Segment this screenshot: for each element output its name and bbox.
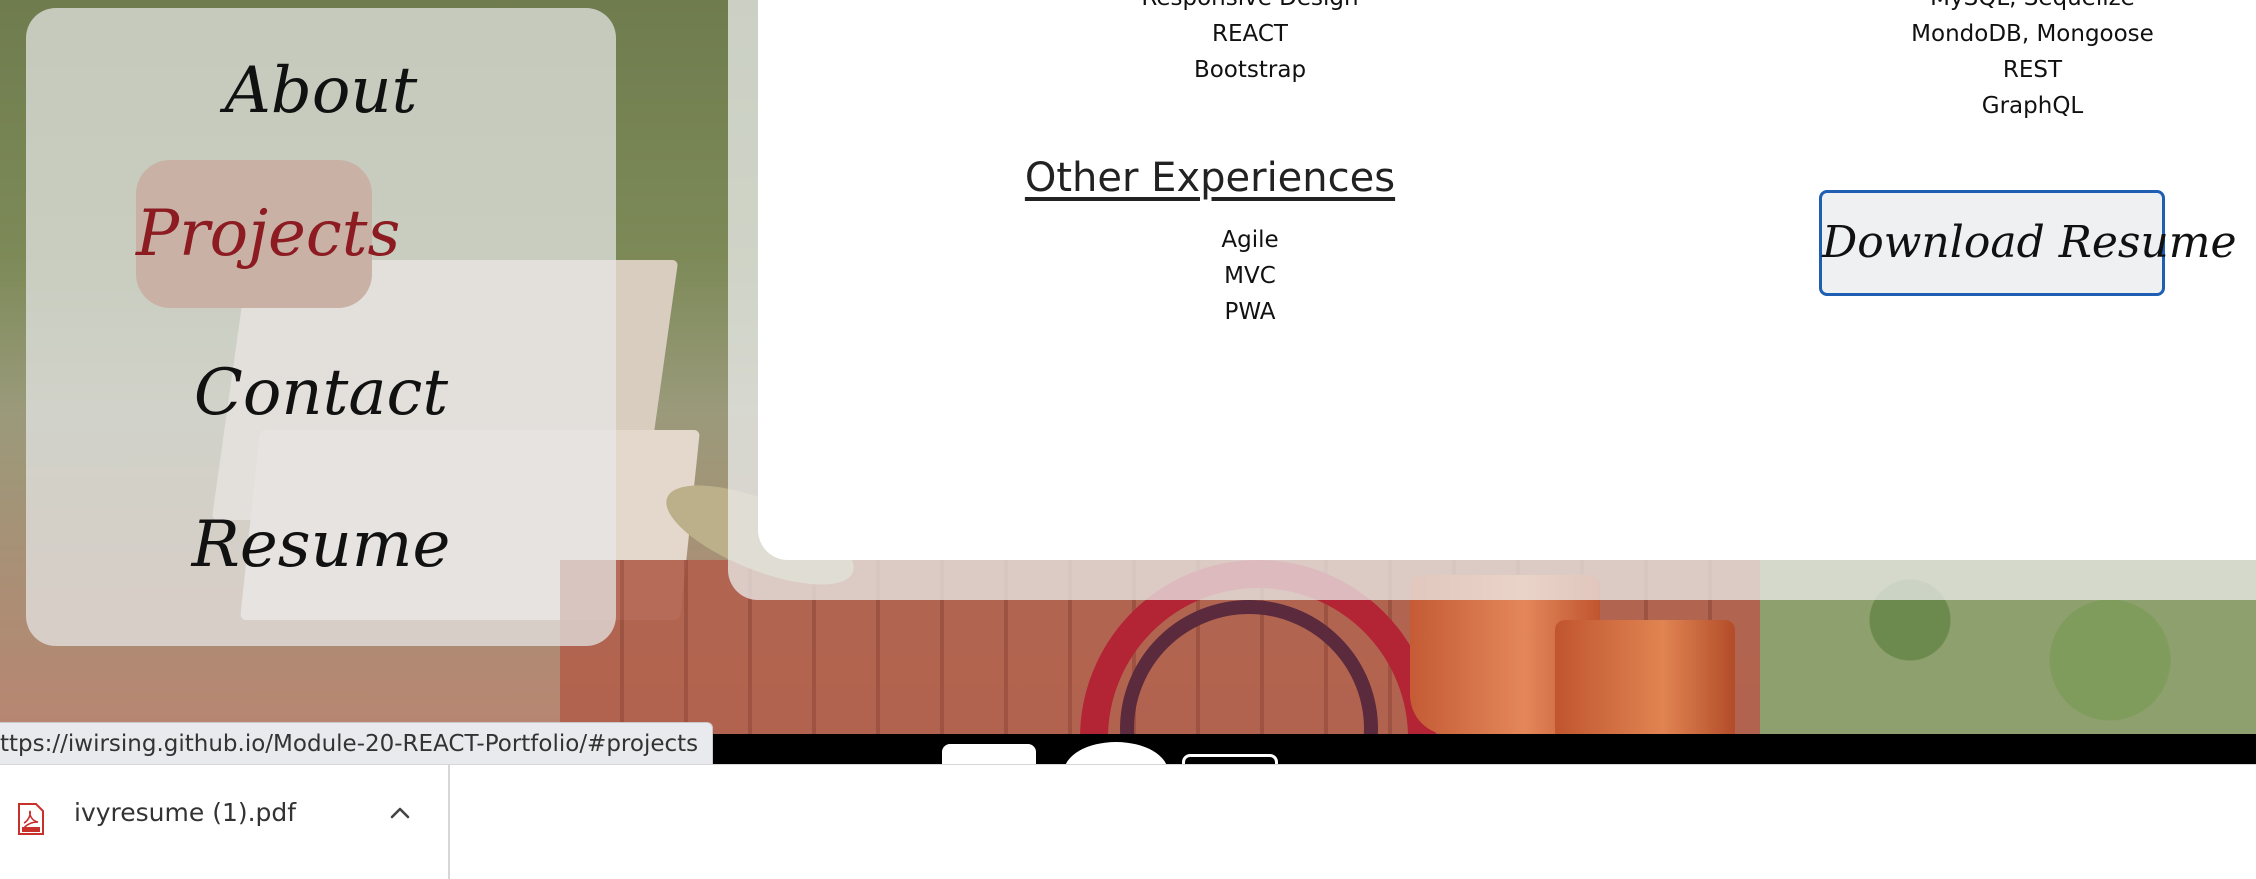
skill-item: REST (2002, 57, 2063, 83)
pdf-file-icon (18, 803, 44, 835)
skills-list-right: MySQL, Sequelize MondoDB, Mongoose REST … (1870, 0, 2195, 124)
skill-item: MondoDB, Mongoose (1911, 21, 2154, 47)
experience-item: PWA (1224, 299, 1276, 325)
skill-item: GraphQL (1981, 93, 2084, 119)
other-experiences-list: Agile MVC PWA (1100, 222, 1400, 330)
nav-item-projects[interactable]: Projects (136, 160, 400, 308)
chevron-up-icon[interactable] (388, 801, 412, 825)
download-shelf: ivyresume (1).pdf (0, 764, 2256, 879)
status-bar-url: ttps://iwirsing.github.io/Module-20-REAC… (0, 722, 714, 766)
download-item[interactable]: ivyresume (1).pdf (0, 765, 450, 879)
nav-item-resume[interactable]: Resume (26, 490, 616, 600)
other-experiences-heading: Other Experiences (1024, 155, 1396, 201)
nav-item-about[interactable]: About (26, 36, 616, 146)
skill-item: Responsive Design (1100, 0, 1400, 16)
skill-item: Bootstrap (1193, 57, 1307, 83)
download-resume-button[interactable]: Download Resume (1819, 190, 2237, 296)
nav-item-contact[interactable]: Contact (26, 338, 616, 448)
download-file-name: ivyresume (1).pdf (74, 798, 297, 827)
skill-item: MySQL, Sequelize (1870, 0, 2195, 16)
experience-item: Agile (1221, 227, 1279, 253)
skill-item: REACT (1212, 21, 1288, 47)
skills-list-left: Responsive Design REACT Bootstrap (1100, 0, 1400, 88)
experience-item: MVC (1224, 263, 1276, 289)
sidebar-nav: About Projects Contact Resume (26, 8, 616, 646)
